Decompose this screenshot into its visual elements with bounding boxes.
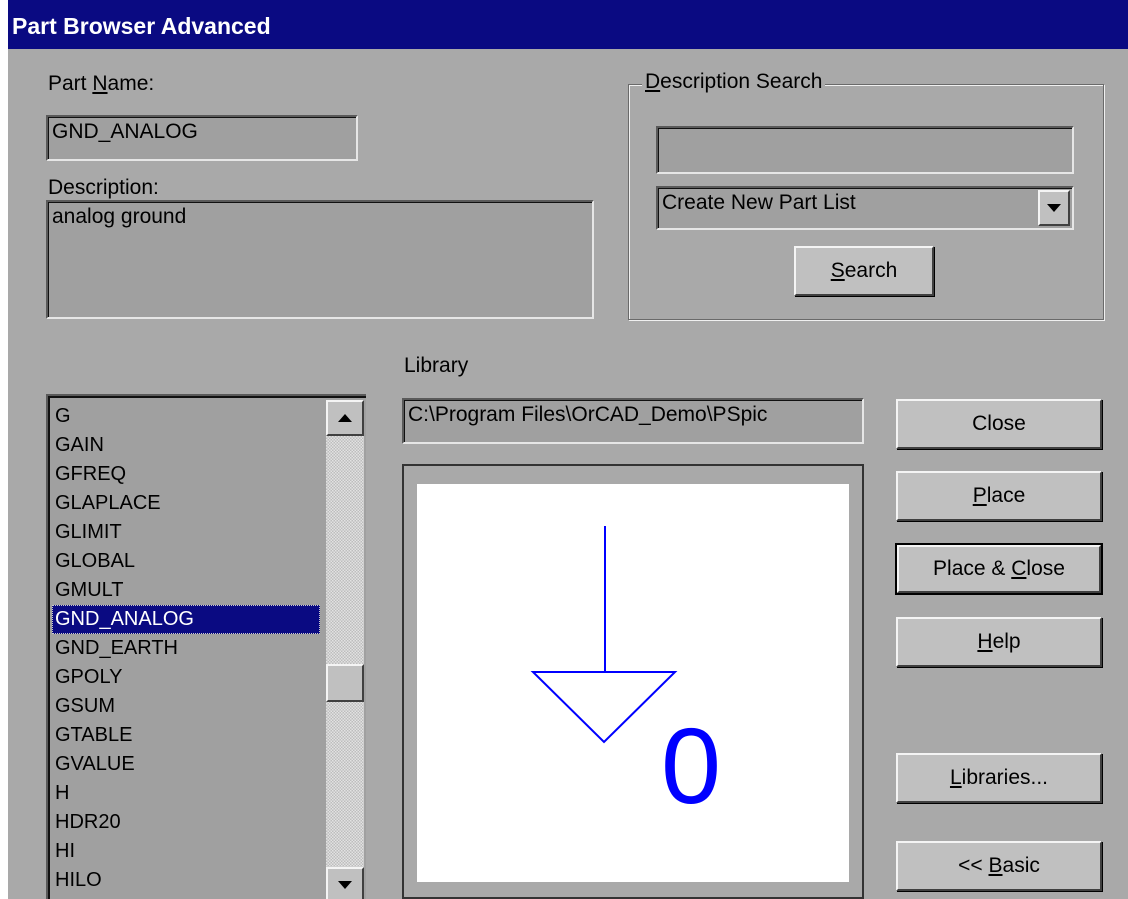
parts-scrollbar[interactable]	[326, 400, 364, 899]
help-button-label: elp	[992, 630, 1021, 653]
scroll-thumb[interactable]	[326, 664, 364, 702]
chevron-down-icon	[338, 881, 352, 889]
description-field[interactable]: analog ground	[46, 200, 594, 319]
place-close-label-pre: Place &	[933, 557, 1012, 580]
part-list-dropdown[interactable]: Create New Part List	[656, 186, 1074, 230]
part-list-item[interactable]: HDR20	[52, 808, 320, 837]
close-button[interactable]: Close	[896, 399, 1102, 449]
search-button-label: earch	[844, 259, 898, 282]
place-button[interactable]: Place	[896, 471, 1102, 521]
chevron-up-icon	[338, 414, 352, 422]
part-list-item[interactable]: HILO	[52, 866, 320, 895]
part-list-item[interactable]: GND_EARTH	[52, 634, 320, 663]
help-button-mnemonic: H	[977, 630, 993, 653]
part-list-item[interactable]: GND_ANALOG	[52, 605, 320, 634]
part-list-dropdown-value: Create New Part List	[662, 191, 856, 214]
libraries-button-label: ibraries...	[961, 766, 1049, 789]
window-title: Part Browser Advanced	[12, 13, 271, 39]
part-name-label-post: ame:	[107, 72, 155, 95]
title-bar[interactable]: Part Browser Advanced	[8, 0, 1128, 49]
part-list-item[interactable]: GVALUE	[52, 750, 320, 779]
part-list-item[interactable]: GMULT	[52, 576, 320, 605]
description-search-input[interactable]	[656, 126, 1074, 174]
library-field[interactable]: C:\Program Files\OrCAD_Demo\PSpic	[402, 398, 864, 444]
part-list-item[interactable]: GPOLY	[52, 663, 320, 692]
description-search-mnemonic: D	[645, 70, 661, 93]
search-button[interactable]: Search	[794, 246, 934, 296]
basic-button-label: asic	[1002, 854, 1040, 877]
libraries-button[interactable]: Libraries...	[896, 753, 1102, 803]
scroll-up-button[interactable]	[326, 400, 364, 436]
chevron-down-icon	[1047, 204, 1061, 212]
part-list-item[interactable]: GTABLE	[52, 721, 320, 750]
part-name-label: Part Name:	[48, 72, 154, 96]
part-preview: 0	[417, 484, 849, 882]
basic-button[interactable]: << Basic	[896, 841, 1102, 891]
ground-symbol-icon	[530, 526, 678, 744]
libraries-button-mnemonic: L	[949, 766, 962, 789]
basic-button-pre: <<	[958, 854, 989, 877]
part-list-item[interactable]: G	[52, 402, 320, 431]
description-search-legend: Description Search	[642, 70, 826, 94]
parts-list: G GAIN GFREQ GLAPLACE GLIMIT GLOBAL GMULT GND_A…	[52, 402, 320, 895]
place-and-close-button[interactable]: Place & Close	[895, 543, 1103, 595]
part-list-item[interactable]: GLOBAL	[52, 547, 320, 576]
place-button-label: lace	[986, 484, 1026, 507]
part-list-item[interactable]: H	[52, 779, 320, 808]
place-close-label-post: lose	[1026, 557, 1065, 580]
part-list-item[interactable]: GLIMIT	[52, 518, 320, 547]
description-search-label: escription Search	[660, 70, 823, 93]
dropdown-arrow-button[interactable]	[1038, 190, 1070, 226]
net-label: 0	[661, 705, 722, 826]
preview-frame: 0	[402, 464, 864, 899]
part-name-label-mnemonic: N	[92, 72, 108, 95]
part-name-field[interactable]: GND_ANALOG	[46, 115, 358, 161]
part-list-item[interactable]: GLAPLACE	[52, 489, 320, 518]
search-button-mnemonic: S	[830, 259, 845, 282]
description-value: analog ground	[52, 205, 187, 228]
part-browser-dialog: Part Browser Advanced Part Name: GND_ANA…	[8, 0, 1128, 899]
library-label: Library	[404, 354, 469, 377]
part-list-item[interactable]: GFREQ	[52, 460, 320, 489]
parts-listbox[interactable]: G GAIN GFREQ GLAPLACE GLIMIT GLOBAL GMULT GND_A…	[46, 394, 366, 899]
help-button[interactable]: Help	[896, 617, 1102, 667]
basic-button-mnemonic: B	[988, 854, 1003, 877]
part-name-value: GND_ANALOG	[52, 120, 198, 143]
place-close-mnemonic: C	[1011, 557, 1027, 580]
library-value: C:\Program Files\OrCAD_Demo\PSpic	[408, 403, 768, 426]
description-label: Description:	[48, 176, 159, 199]
scroll-down-button[interactable]	[326, 867, 364, 899]
part-list-item[interactable]: GAIN	[52, 431, 320, 460]
part-name-label-pre: Part	[48, 72, 93, 95]
part-list-item[interactable]: GSUM	[52, 692, 320, 721]
part-list-item[interactable]: HI	[52, 837, 320, 866]
place-button-mnemonic: P	[972, 484, 987, 507]
